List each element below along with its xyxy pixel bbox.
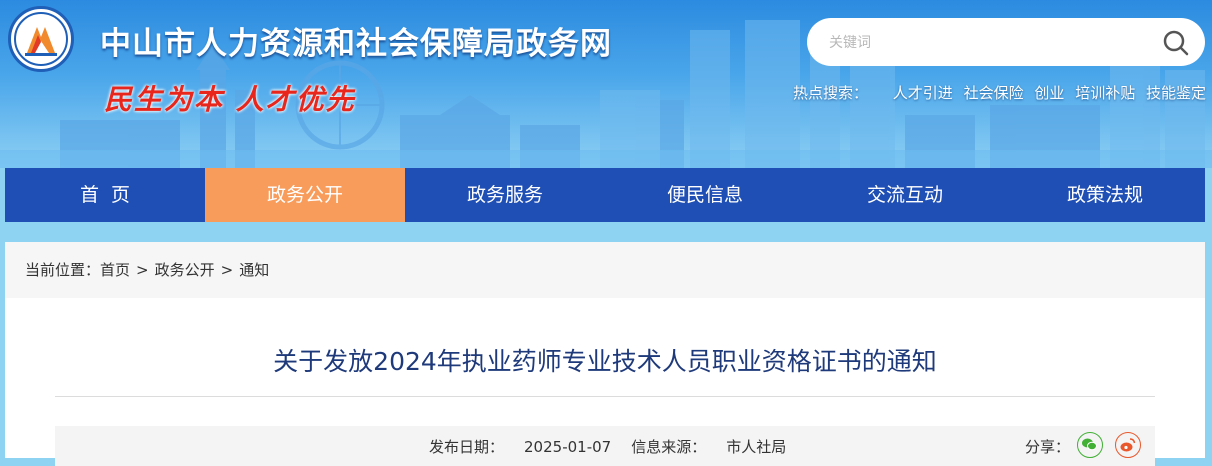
nav-item-public-info[interactable]: 便民信息 — [605, 168, 805, 222]
content-panel: 当前位置：首页 > 政务公开 > 通知 关于发放2024年执业药师专业技术人员职业资格证… — [5, 242, 1205, 466]
nav-item-government-affairs[interactable]: 政务公开 — [205, 168, 405, 222]
hot-keyword-link[interactable]: 创业 — [1034, 84, 1064, 102]
publish-date-value: 2025-01-07 — [524, 438, 612, 456]
hot-keyword-link[interactable]: 人才引进 — [893, 84, 953, 102]
info-source-value: 市人社局 — [726, 438, 787, 456]
wechat-icon — [1082, 438, 1097, 451]
weibo-icon — [1120, 438, 1136, 452]
share-label: 分享： — [1025, 438, 1071, 456]
article-meta-bar: 发布日期： 2025-01-07 信息来源： 市人社局 分享： — [55, 426, 1155, 466]
breadcrumb-link-government-affairs[interactable]: 政务公开 — [155, 261, 215, 279]
hot-keyword-link[interactable]: 社会保险 — [964, 84, 1024, 102]
search-input[interactable] — [827, 28, 1131, 58]
article-info: 发布日期： 2025-01-07 信息来源： 市人社局 — [429, 436, 786, 457]
nav-item-services[interactable]: 政务服务 — [405, 168, 605, 222]
hot-search: 热点搜索： 人才引进 社会保险 创业 培训补贴 技能鉴定 — [793, 82, 1206, 103]
hot-search-label: 热点搜索： — [793, 84, 869, 102]
search-icon — [1163, 30, 1189, 56]
search-button[interactable] — [1161, 28, 1191, 58]
hot-keyword-link[interactable]: 培训补贴 — [1075, 84, 1135, 102]
title-divider — [55, 396, 1155, 397]
main-nav: 首 页 政务公开 政务服务 便民信息 交流互动 政策法规 — [5, 168, 1205, 222]
info-source-label: 信息来源： — [631, 438, 707, 456]
bureau-emblem-icon — [14, 12, 68, 66]
breadcrumb: 当前位置：首页 > 政务公开 > 通知 — [5, 242, 1205, 298]
nav-item-interaction[interactable]: 交流互动 — [805, 168, 1005, 222]
breadcrumb-prefix: 当前位置： — [25, 261, 101, 279]
wechat-share-button[interactable] — [1077, 432, 1103, 458]
site-title: 中山市人力资源和社会保障局政务网 — [100, 26, 612, 62]
article-title: 关于发放2024年执业药师专业技术人员职业资格证书的通知 — [273, 347, 937, 376]
breadcrumb-separator: > — [136, 261, 149, 279]
hot-keyword-link[interactable]: 技能鉴定 — [1146, 84, 1206, 102]
breadcrumb-link-notice[interactable]: 通知 — [239, 261, 269, 279]
publish-date-label: 发布日期： — [429, 438, 505, 456]
weibo-share-button[interactable] — [1115, 432, 1141, 458]
breadcrumb-separator: > — [220, 261, 234, 279]
nav-item-policies[interactable]: 政策法规 — [1005, 168, 1205, 222]
header-banner: 中山市人力资源和社会保障局政务网 民生为本 人才优先 热点搜索： 人才引进 社会… — [0, 0, 1212, 168]
publish-date: 发布日期： 2025-01-07 — [429, 438, 611, 456]
info-source: 信息来源： 市人社局 — [631, 438, 786, 456]
nav-item-home[interactable]: 首 页 — [5, 168, 205, 222]
site-slogan: 民生为本 人才优先 — [104, 83, 356, 116]
search-box — [807, 18, 1205, 66]
logo[interactable] — [8, 6, 74, 72]
breadcrumb-link-home[interactable]: 首页 — [100, 261, 130, 279]
